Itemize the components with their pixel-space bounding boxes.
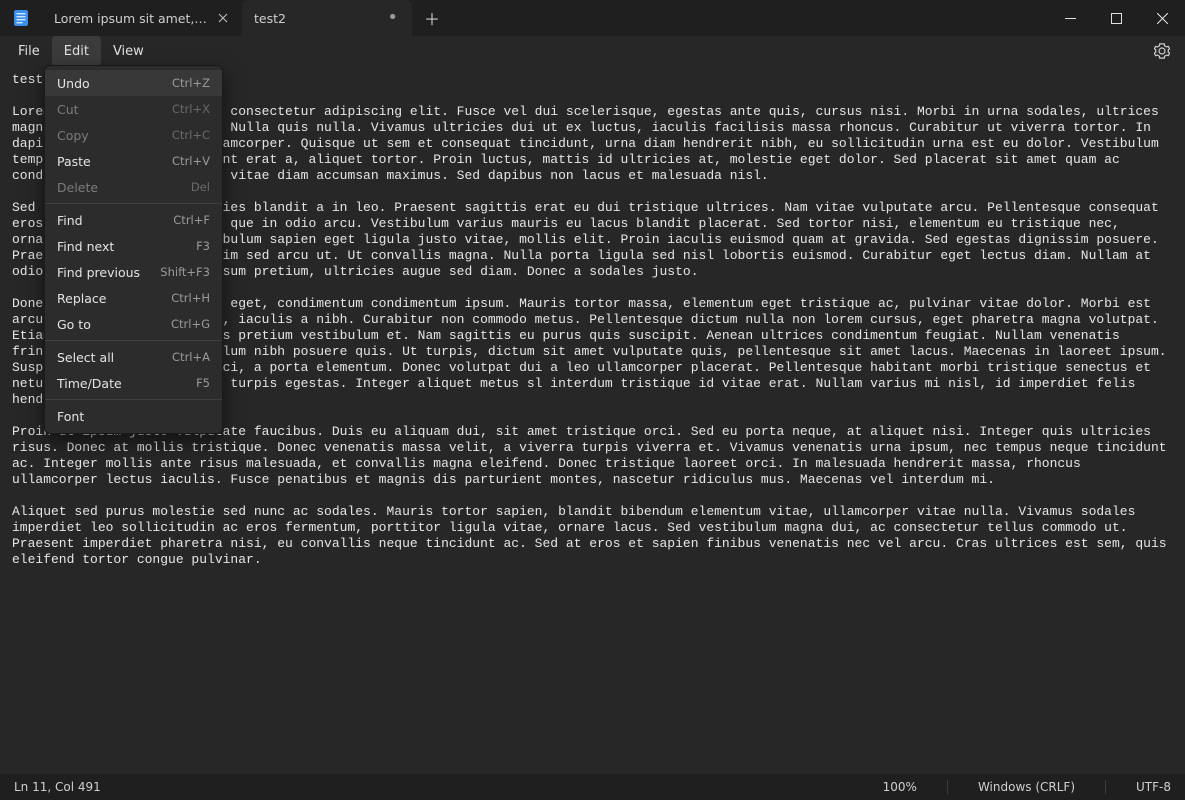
menu-item-label: Find <box>57 213 173 228</box>
menu-item-shortcut: Ctrl+H <box>171 291 210 305</box>
menu-item-label: Find previous <box>57 265 160 280</box>
menu-item-label: Undo <box>57 76 172 91</box>
menu-item-shortcut: Ctrl+V <box>172 154 210 168</box>
status-bar: Ln 11, Col 491 100% Windows (CRLF) UTF-8 <box>0 774 1185 800</box>
menu-item-find[interactable]: FindCtrl+F <box>45 207 222 233</box>
status-divider <box>1105 780 1106 794</box>
menu-item-label: Cut <box>57 102 172 117</box>
tab-label: Lorem ipsum sit amet, consect <box>54 11 208 26</box>
status-divider <box>947 780 948 794</box>
menu-item-replace[interactable]: ReplaceCtrl+H <box>45 285 222 311</box>
menu-file[interactable]: File <box>6 36 52 66</box>
menu-item-shortcut: Ctrl+Z <box>172 76 210 90</box>
menu-item-go-to[interactable]: Go toCtrl+G <box>45 311 222 337</box>
menu-item-label: Paste <box>57 154 172 169</box>
menu-item-cut: CutCtrl+X <box>45 96 222 122</box>
tab[interactable]: Lorem ipsum sit amet, consect <box>42 0 242 36</box>
notepad-icon <box>13 9 29 27</box>
gear-icon <box>1154 43 1170 59</box>
menu-item-label: Go to <box>57 317 171 332</box>
edit-menu-dropdown: UndoCtrl+ZCutCtrl+XCopyCtrl+CPasteCtrl+V… <box>44 65 223 434</box>
maximize-button[interactable] <box>1093 0 1139 36</box>
close-window-button[interactable] <box>1139 0 1185 36</box>
menu-item-label: Replace <box>57 291 171 306</box>
menu-edit[interactable]: Edit <box>52 36 101 66</box>
status-line-endings[interactable]: Windows (CRLF) <box>978 780 1075 794</box>
menu-item-shortcut: F5 <box>196 376 210 390</box>
status-zoom[interactable]: 100% <box>883 780 917 794</box>
menu-item-label: Delete <box>57 180 191 195</box>
menu-item-time-date[interactable]: Time/DateF5 <box>45 370 222 396</box>
menu-separator <box>45 340 222 341</box>
menu-separator <box>45 203 222 204</box>
menu-item-label: Copy <box>57 128 172 143</box>
window-controls <box>1047 0 1185 36</box>
menu-item-copy: CopyCtrl+C <box>45 122 222 148</box>
menu-item-select-all[interactable]: Select allCtrl+A <box>45 344 222 370</box>
tab-strip: Lorem ipsum sit amet, consect test2• <box>42 0 412 36</box>
menu-item-shortcut: Del <box>191 180 210 194</box>
menu-item-find-next[interactable]: Find nextF3 <box>45 233 222 259</box>
tab-label: test2 <box>254 11 379 26</box>
menu-item-delete: DeleteDel <box>45 174 222 200</box>
menu-item-undo[interactable]: UndoCtrl+Z <box>45 70 222 96</box>
menu-item-shortcut: F3 <box>196 239 210 253</box>
menu-bar: File Edit View UndoCtrl+ZCutCtrl+XCopyCt… <box>0 36 1185 66</box>
close-tab-button[interactable] <box>216 11 230 25</box>
menu-item-shortcut: Shift+F3 <box>160 265 210 279</box>
status-encoding[interactable]: UTF-8 <box>1136 780 1171 794</box>
menu-item-label: Find next <box>57 239 196 254</box>
minimize-button[interactable] <box>1047 0 1093 36</box>
menu-item-paste[interactable]: PasteCtrl+V <box>45 148 222 174</box>
app-icon <box>0 0 42 36</box>
menu-item-shortcut: Ctrl+C <box>172 128 210 142</box>
menu-item-shortcut: Ctrl+F <box>173 213 210 227</box>
menu-item-shortcut: Ctrl+X <box>172 102 210 116</box>
status-cursor-position: Ln 11, Col 491 <box>14 780 101 794</box>
menu-item-shortcut: Ctrl+G <box>171 317 210 331</box>
tab[interactable]: test2• <box>242 0 412 36</box>
menu-item-shortcut: Ctrl+A <box>172 350 210 364</box>
menu-item-find-previous[interactable]: Find previousShift+F3 <box>45 259 222 285</box>
new-tab-button[interactable]: ＋ <box>412 0 452 36</box>
menu-item-font[interactable]: Font <box>45 403 222 429</box>
title-bar: Lorem ipsum sit amet, consect test2• ＋ <box>0 0 1185 36</box>
menu-item-label: Font <box>57 409 210 424</box>
menu-view[interactable]: View <box>101 36 156 66</box>
menu-item-label: Time/Date <box>57 376 196 391</box>
menu-item-label: Select all <box>57 350 172 365</box>
menu-separator <box>45 399 222 400</box>
settings-button[interactable] <box>1145 36 1179 66</box>
